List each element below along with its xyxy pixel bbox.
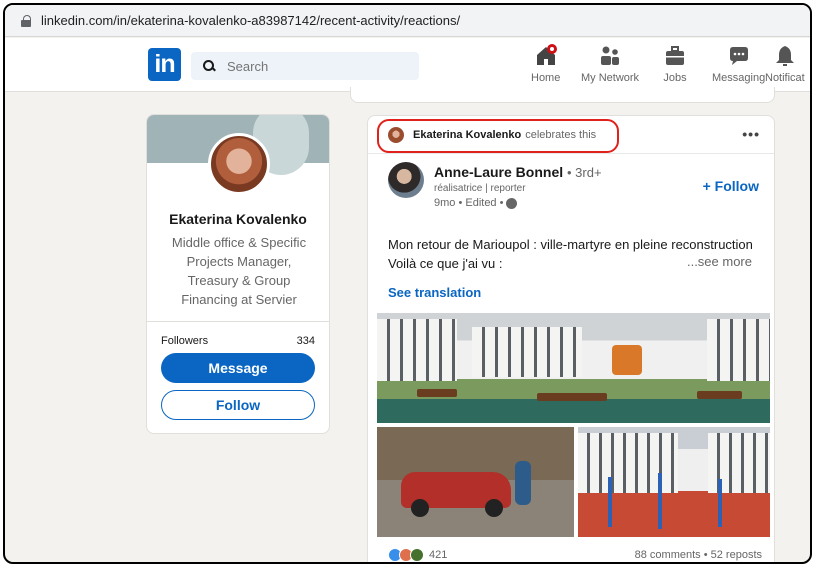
author-subtitle: réalisatrice | reporter (434, 183, 526, 194)
author-avatar[interactable] (388, 162, 424, 198)
linkedin-logo[interactable]: in (148, 48, 181, 81)
social-counts: 421 88 comments • 52 reposts (388, 548, 762, 562)
more-options-icon[interactable]: ••• (742, 126, 760, 142)
globe-icon (506, 197, 518, 209)
message-button[interactable]: Message (161, 353, 315, 383)
reactions[interactable]: 421 (388, 548, 447, 562)
nav-jobs[interactable]: Jobs (663, 44, 687, 84)
nav-my-network-label: My Network (581, 72, 640, 84)
nav-notifications-label: Notificat (765, 72, 805, 84)
post-image-main[interactable] (377, 313, 770, 423)
search-icon (203, 60, 215, 72)
network-icon (601, 46, 620, 65)
profile-headline: Middle office & Specific Projects Manage… (171, 235, 307, 307)
search-input[interactable] (227, 58, 407, 74)
profile-card: Ekaterina Kovalenko Middle office & Spec… (146, 114, 330, 434)
previous-post-card (350, 87, 775, 103)
followers-row: Followers 334 (161, 335, 315, 347)
messaging-icon (729, 47, 748, 65)
followers-count: 334 (296, 335, 315, 347)
post-time: 9mo • Edited • (434, 197, 518, 209)
bell-icon (775, 46, 794, 66)
follow-button[interactable]: Follow (161, 390, 315, 420)
lock-icon (21, 14, 31, 27)
see-more-link[interactable]: ...see more (687, 254, 752, 269)
nav-my-network[interactable]: My Network (581, 44, 639, 84)
post-image-car[interactable] (377, 427, 574, 537)
main-content: Ekaterina Kovalenko Middle office & Spec… (5, 87, 810, 562)
author-degree: • 3rd+ (567, 165, 602, 180)
nav-home[interactable]: Home (531, 44, 560, 84)
nav-messaging[interactable]: Messaging (712, 44, 765, 84)
browser-window: linkedin.com/in/ekaterina-kovalenko-a839… (3, 3, 812, 564)
post-text-line1: Mon retour de Marioupol : ville-martyre … (388, 237, 753, 252)
post-image-playground[interactable] (578, 427, 770, 537)
see-translation-link[interactable]: See translation (388, 285, 481, 300)
highlight-annotation (377, 119, 619, 153)
profile-name[interactable]: Ekaterina Kovalenko (147, 211, 329, 227)
author-name-row[interactable]: Anne-Laure Bonnel • 3rd+ (434, 164, 602, 180)
nav-messaging-label: Messaging (712, 72, 766, 84)
followers-label: Followers (161, 335, 209, 347)
linkedin-navbar: in Home My Network Jobs (5, 38, 810, 92)
profile-avatar[interactable] (208, 133, 270, 195)
nav-jobs-label: Jobs (663, 72, 687, 84)
author-name[interactable]: Anne-Laure Bonnel (434, 164, 563, 180)
nav-home-label: Home (531, 72, 561, 84)
home-icon (536, 44, 557, 65)
divider (147, 321, 329, 322)
follow-author-button[interactable]: + Follow (703, 178, 759, 194)
address-bar[interactable]: linkedin.com/in/ekaterina-kovalenko-a839… (5, 5, 810, 37)
comments-reposts[interactable]: 88 comments • 52 reposts (635, 549, 762, 561)
url-text[interactable]: linkedin.com/in/ekaterina-kovalenko-a839… (41, 13, 460, 28)
search-box[interactable] (191, 52, 419, 80)
reaction-count[interactable]: 421 (429, 549, 447, 561)
nav-notifications[interactable]: Notificat (765, 44, 805, 84)
jobs-icon (666, 46, 684, 65)
feed-post: Ekaterina Kovalenko celebrates this ••• … (367, 115, 775, 562)
post-time-text: 9mo • Edited • (434, 197, 504, 209)
celebrate-reaction-icon (410, 548, 424, 562)
